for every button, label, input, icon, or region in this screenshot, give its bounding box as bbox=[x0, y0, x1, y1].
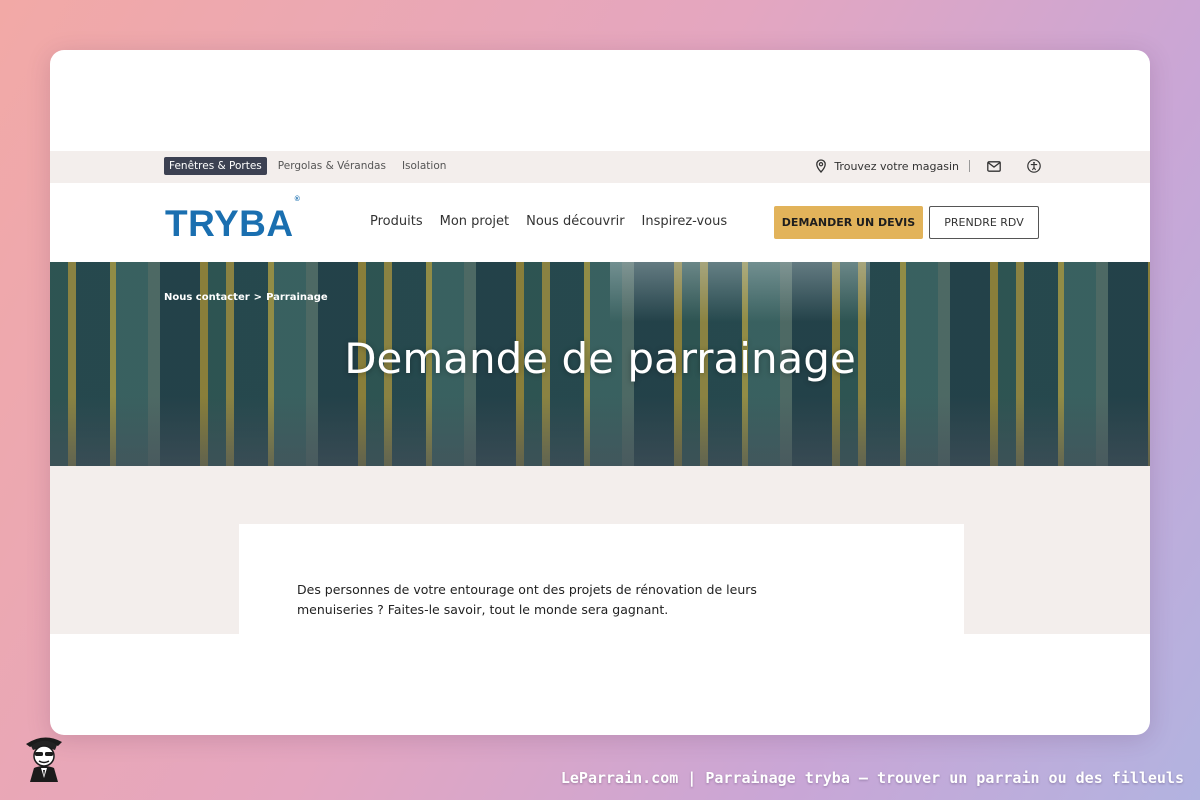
breadcrumb: Nous contacter > Parrainage bbox=[164, 292, 328, 303]
page-title: Demande de parrainage bbox=[344, 334, 856, 383]
utility-actions: Trouvez votre magasin bbox=[813, 158, 1042, 174]
breadcrumb-nous-contacter[interactable]: Nous contacter bbox=[164, 292, 250, 303]
menu-item-produits[interactable]: Produits bbox=[370, 214, 423, 229]
logo-text: TRYBA bbox=[165, 203, 294, 244]
form-panel: Des personnes de votre entourage ont des… bbox=[239, 524, 964, 635]
universe-switcher: Fenêtres & Portes Pergolas & Vérandas Is… bbox=[164, 157, 451, 175]
tryba-logo[interactable]: TRYBA® bbox=[165, 196, 300, 245]
main-navigation: TRYBA® Produits Mon projet Nous découvri… bbox=[50, 183, 1150, 262]
footer-caption: LeParrain.com | Parrainage tryba — trouv… bbox=[560, 769, 1184, 787]
hero-background-lights bbox=[610, 262, 870, 322]
hero-banner: Nous contacter > Parrainage Demande de p… bbox=[50, 262, 1150, 466]
location-pin-icon bbox=[813, 158, 829, 174]
leparrain-mascot-icon bbox=[18, 728, 70, 784]
store-locator-label: Trouvez votre magasin bbox=[834, 159, 959, 173]
mail-icon[interactable] bbox=[986, 158, 1002, 174]
book-appointment-button[interactable]: PRENDRE RDV bbox=[929, 206, 1039, 239]
menu-item-mon-projet[interactable]: Mon projet bbox=[440, 214, 510, 229]
request-quote-button[interactable]: DEMANDER UN DEVIS bbox=[774, 206, 923, 239]
breadcrumb-parrainage: Parrainage bbox=[266, 292, 328, 303]
browser-card: Fenêtres & Portes Pergolas & Vérandas Is… bbox=[50, 50, 1150, 735]
segment-isolation[interactable]: Isolation bbox=[397, 157, 451, 175]
store-locator-link[interactable]: Trouvez votre magasin bbox=[813, 158, 959, 174]
menu-item-inspirez-vous[interactable]: Inspirez-vous bbox=[642, 214, 728, 229]
segment-pergolas-verandas[interactable]: Pergolas & Vérandas bbox=[273, 157, 391, 175]
intro-text: Des personnes de votre entourage ont des… bbox=[297, 582, 757, 617]
menu-item-nous-decouvrir[interactable]: Nous découvrir bbox=[526, 214, 624, 229]
breadcrumb-separator: > bbox=[253, 292, 263, 303]
main-menu: Produits Mon projet Nous découvrir Inspi… bbox=[370, 214, 727, 229]
logo-registered-mark: ® bbox=[294, 195, 301, 203]
accessibility-icon[interactable] bbox=[1026, 158, 1042, 174]
hero-background-floor bbox=[50, 396, 1150, 466]
segment-fenetres-portes[interactable]: Fenêtres & Portes bbox=[164, 157, 267, 175]
utility-bar: Fenêtres & Portes Pergolas & Vérandas Is… bbox=[50, 151, 1150, 183]
divider bbox=[969, 160, 970, 172]
